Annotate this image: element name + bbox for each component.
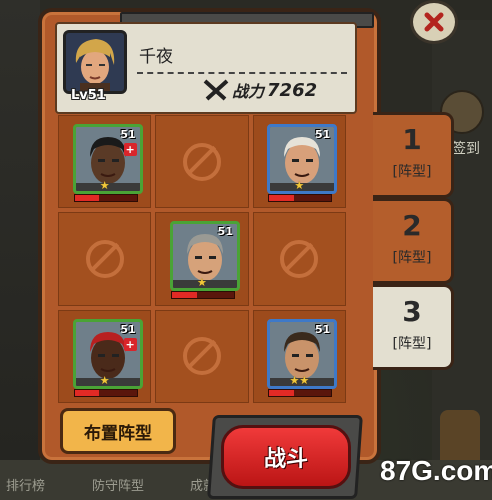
hero-stars: ★ xyxy=(197,276,207,290)
fight-button[interactable]: 战斗 xyxy=(221,425,351,489)
prohibited-icon xyxy=(280,239,319,278)
formation-tab-2[interactable]: 2 [阵型] xyxy=(373,198,454,284)
formation-tab-number: 3 xyxy=(402,295,422,328)
bg-tab-ranking[interactable]: 排行榜 xyxy=(6,475,45,494)
formation-tab-number: 2 xyxy=(402,209,422,242)
formation-tab-1[interactable]: 1 [阵型] xyxy=(373,112,454,198)
power-label: 战力 xyxy=(232,82,265,101)
hero-slot[interactable]: 51 ★ xyxy=(155,212,249,306)
hero-level: 51 xyxy=(120,322,136,336)
hero-level: 51 xyxy=(315,322,331,336)
formation-tab-label: [阵型] xyxy=(392,164,432,180)
player-level: Lv51 xyxy=(71,88,106,103)
hero-stars: ★★ xyxy=(289,373,310,387)
bg-tab-defense[interactable]: 防守阵型 xyxy=(92,475,144,494)
watermark: 87G.com xyxy=(380,455,492,486)
hero-hp-bar xyxy=(268,194,333,202)
empty-slot[interactable] xyxy=(252,212,346,306)
empty-slot[interactable] xyxy=(58,212,152,306)
empty-slot[interactable] xyxy=(155,115,249,209)
combat-power: 战力 7262 xyxy=(203,78,317,102)
hero-level: 51 xyxy=(315,128,331,141)
close-icon xyxy=(424,12,444,32)
prohibited-icon xyxy=(182,337,221,376)
hero-stars: ★ xyxy=(294,179,305,192)
background-left-strip xyxy=(0,0,40,500)
formation-tab-label: [阵型] xyxy=(392,336,432,352)
player-header: Lv51 千夜 战力 7262 xyxy=(55,22,357,114)
hero-stars: ★ xyxy=(99,179,110,192)
hero-stars: ★ xyxy=(99,373,110,387)
sign-in-label[interactable]: 签到 xyxy=(452,138,480,158)
hero-slot[interactable]: 51 ★★ xyxy=(252,309,346,403)
formation-tab-number: 1 xyxy=(402,123,422,156)
hero-level: 51 xyxy=(217,225,233,239)
hero-hp-bar xyxy=(268,388,333,397)
power-value: 7262 xyxy=(267,79,318,101)
medic-cross-icon: + xyxy=(123,143,137,156)
hero-hp-bar xyxy=(73,388,138,397)
prohibited-icon xyxy=(85,239,124,278)
medic-cross-icon: + xyxy=(123,337,137,351)
hero-hp-bar xyxy=(170,291,235,300)
empty-slot[interactable] xyxy=(155,309,249,403)
hero-slot[interactable]: 51 + ★ xyxy=(58,309,152,403)
prohibited-icon xyxy=(182,142,221,181)
header-divider xyxy=(137,72,347,74)
hero-slot[interactable]: 51 + ★ xyxy=(58,115,152,209)
formation-tab-3[interactable]: 3 [阵型] xyxy=(373,284,454,370)
crossed-swords-icon xyxy=(203,79,229,101)
hero-hp-bar xyxy=(73,194,138,202)
player-avatar[interactable] xyxy=(63,30,127,94)
hero-level: 51 xyxy=(120,128,136,141)
formation-grid: 51 + ★ 51 ★ 51 ★ 51 + ★ 51 ★★ xyxy=(58,115,346,403)
formation-tab-label: [阵型] xyxy=(392,250,432,266)
close-button[interactable] xyxy=(410,0,458,44)
player-name: 千夜 xyxy=(139,47,173,67)
arrange-formation-button[interactable]: 布置阵型 xyxy=(60,408,176,454)
hero-slot[interactable]: 51 ★ xyxy=(252,115,346,209)
